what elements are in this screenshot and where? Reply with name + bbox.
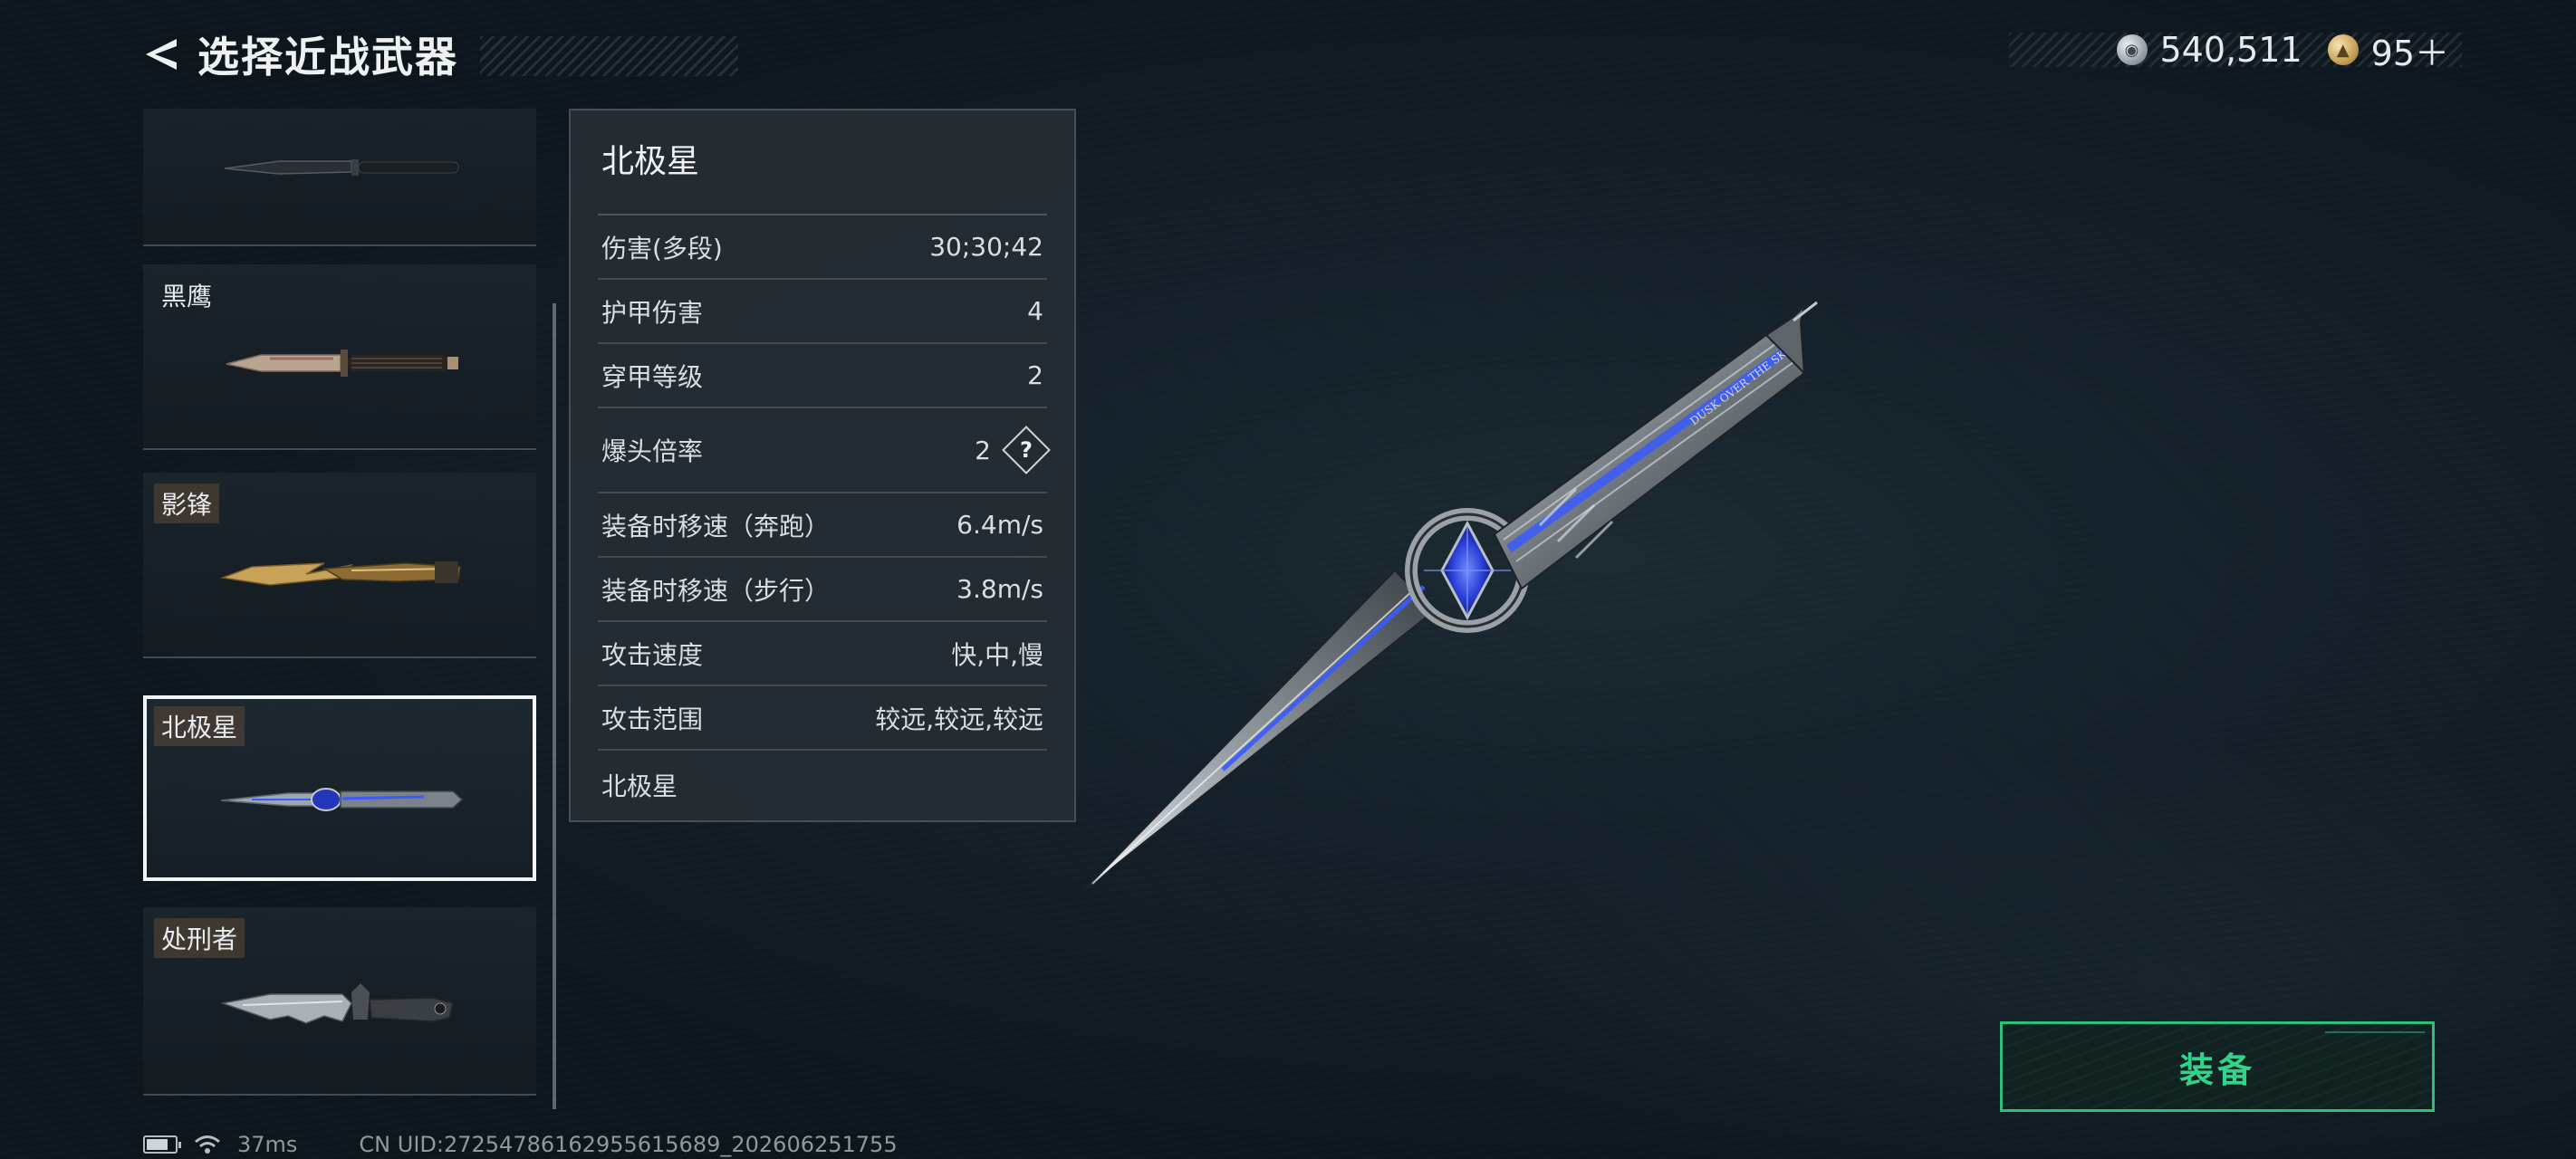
stat-label: 伤害(多段) xyxy=(601,233,723,263)
card-divider xyxy=(143,448,536,450)
stat-row-damage: 伤害(多段) 30;30;42 xyxy=(598,216,1047,280)
stat-label: 穿甲等级 xyxy=(601,361,704,392)
equip-decoration xyxy=(2325,1031,2425,1042)
card-divider xyxy=(143,244,536,246)
weapon-card-black-eagle[interactable]: 黑鹰 xyxy=(143,264,536,450)
weapon-card-shadow-blade[interactable]: 影锋 xyxy=(143,473,536,658)
stat-value: 4 xyxy=(1027,296,1043,326)
back-button[interactable] xyxy=(136,29,187,80)
equip-button[interactable]: 装备 xyxy=(2000,1021,2435,1112)
help-glyph: ? xyxy=(1020,436,1033,463)
shadow-blade-image xyxy=(220,561,461,586)
stat-value: 3.8m/s xyxy=(956,574,1043,604)
stats-weapon-title: 北极星 xyxy=(598,110,1047,216)
stat-value: 2 xyxy=(1027,360,1043,390)
gold-amount[interactable]: 95＋ xyxy=(2371,25,2449,75)
weapon-name: 处刑者 xyxy=(154,918,245,958)
stat-label: 爆头倍率 xyxy=(601,436,704,466)
help-icon[interactable]: ? xyxy=(1002,426,1051,474)
card-divider xyxy=(143,656,536,658)
stat-row-attack-range: 攻击范围 较远,较远,较远 xyxy=(598,686,1047,751)
stat-value: 30;30;42 xyxy=(929,232,1043,262)
stat-row-penetration-level: 穿甲等级 2 xyxy=(598,344,1047,408)
stat-label: 攻击范围 xyxy=(601,704,704,734)
combat-knife-image xyxy=(224,159,459,176)
stat-row-attack-speed: 攻击速度 快,中,慢 xyxy=(598,622,1047,686)
stat-value-group: 2 ? xyxy=(975,426,1051,474)
stat-row-armor-damage: 护甲伤害 4 xyxy=(598,280,1047,344)
polaris-blade-image xyxy=(220,788,464,811)
page-header: 选择近战武器 xyxy=(136,25,738,83)
stat-value: 快,中,慢 xyxy=(951,639,1043,670)
gold-coin-icon: ▲ xyxy=(2327,34,2359,65)
title-decoration xyxy=(480,36,738,76)
weapon-card-combat-knife[interactable] xyxy=(143,109,536,246)
page-title: 选择近战武器 xyxy=(197,33,458,81)
battery-icon xyxy=(143,1135,181,1154)
weapon-stats-panel: 北极星 伤害(多段) 30;30;42 护甲伤害 4 穿甲等级 2 爆头倍率 2… xyxy=(569,109,1076,822)
weapon-name: 黑鹰 xyxy=(161,282,213,311)
stat-value: 6.4m/s xyxy=(956,510,1043,540)
stat-value: 2 xyxy=(975,435,991,465)
weapon-preview-image[interactable]: Desmeulins DUSK OVER THE SKIES xyxy=(1069,299,1920,915)
battery-level xyxy=(147,1139,168,1150)
card-divider xyxy=(143,1094,536,1096)
wifi-icon xyxy=(195,1135,220,1154)
stat-value: 较远,较远,较远 xyxy=(875,704,1043,734)
weapon-list-scrollbar[interactable] xyxy=(553,303,556,1109)
stat-row-footer: 北极星 xyxy=(598,751,1047,819)
stat-row-run-speed: 装备时移速（奔跑） 6.4m/s xyxy=(598,493,1047,558)
stat-label: 装备时移速（步行） xyxy=(601,575,831,606)
weapon-name: 北极星 xyxy=(154,706,245,746)
stat-row-walk-speed: 装备时移速（步行） 3.8m/s xyxy=(598,558,1047,622)
weapon-name: 影锋 xyxy=(154,484,220,523)
status-bar: 37ms CN UID:2725478616295561568​9_202606… xyxy=(143,1130,898,1159)
equip-button-label: 装备 xyxy=(2178,1049,2255,1090)
stat-label: 装备时移速（奔跑） xyxy=(601,511,831,541)
weapon-card-polaris[interactable]: 北极星 xyxy=(143,695,536,881)
user-uid: CN UID:2725478616295561568​9_20260625175… xyxy=(359,1132,898,1157)
currency-bar: ◉ 540,511 ▲ 95＋ xyxy=(2009,25,2462,75)
stat-row-headshot-multiplier: 爆头倍率 2 ? xyxy=(598,408,1051,493)
executioner-knife-image xyxy=(220,983,454,1024)
silver-coin-icon: ◉ xyxy=(2116,34,2148,65)
weapon-card-executioner[interactable]: 处刑者 xyxy=(143,907,536,1096)
back-chevron-icon xyxy=(146,39,177,70)
black-eagle-knife-image xyxy=(226,350,458,377)
ping-value: 37ms xyxy=(237,1132,298,1157)
silver-amount: 540,511 xyxy=(2159,30,2302,70)
stat-label: 护甲伤害 xyxy=(601,297,704,328)
stat-label: 攻击速度 xyxy=(601,639,704,670)
stats-footer-name: 北极星 xyxy=(601,771,678,801)
weapon-list[interactable]: 黑鹰 影锋 北极星 处刑者 xyxy=(143,109,538,1096)
